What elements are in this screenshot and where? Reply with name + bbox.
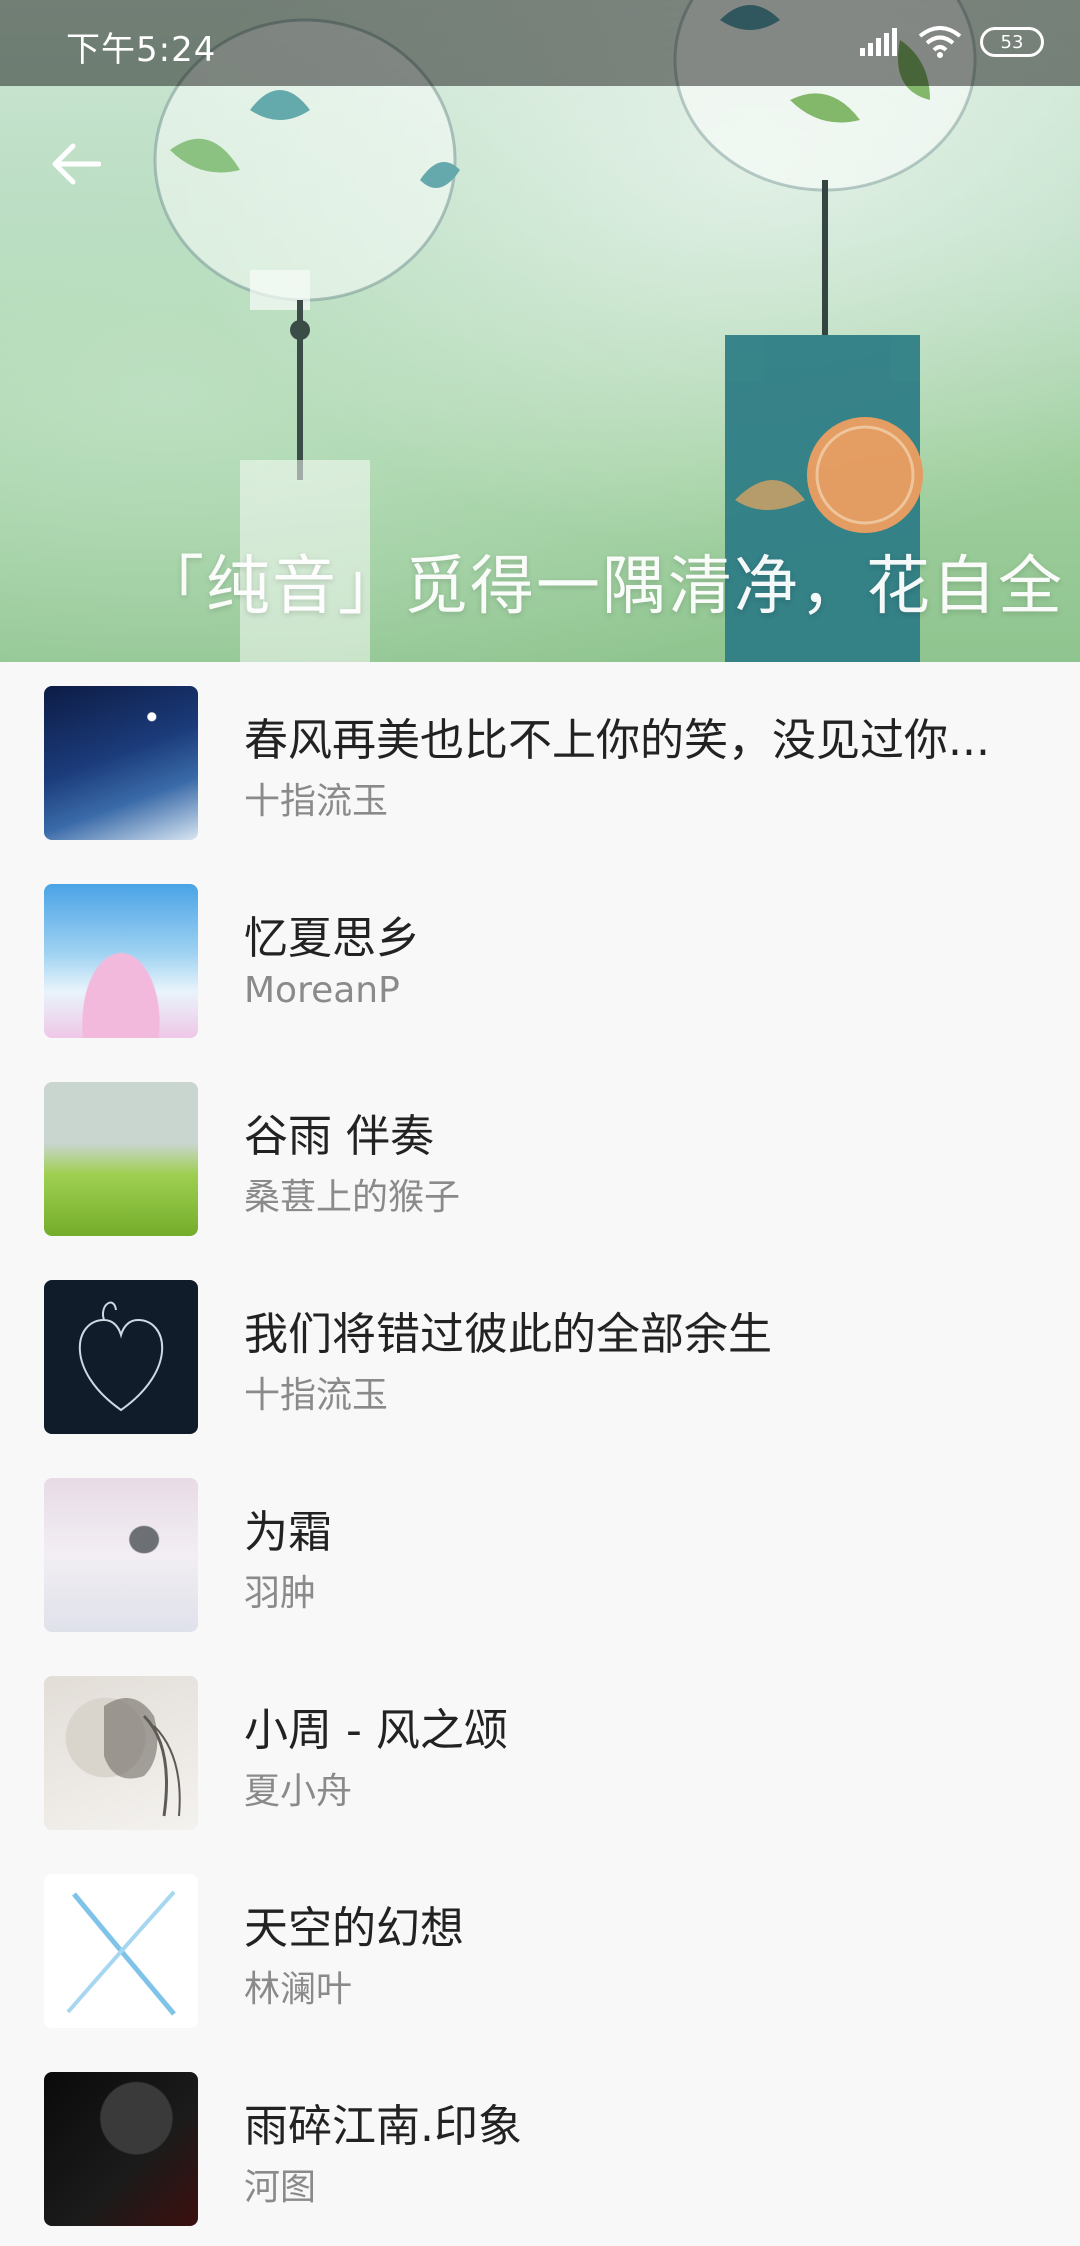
- album-cover: [44, 1082, 198, 1236]
- song-row[interactable]: 小周 - 风之颂 夏小舟: [0, 1652, 1080, 1850]
- song-title: 天空的幻想: [244, 1903, 464, 1954]
- song-row[interactable]: 为霜 羽肿: [0, 1454, 1080, 1652]
- song-row[interactable]: 雨碎江南.印象 河图: [0, 2048, 1080, 2246]
- album-cover: [44, 686, 198, 840]
- album-cover: [44, 1280, 198, 1434]
- song-artist: MoreanP: [244, 970, 400, 1011]
- heart-sketch-icon: [78, 1301, 164, 1412]
- song-row[interactable]: 忆夏思乡 MoreanP: [0, 860, 1080, 1058]
- song-artist: 河图: [244, 2167, 317, 2208]
- song-title: 为霜: [244, 1507, 332, 1558]
- song-artist: 林澜叶: [244, 1969, 353, 2010]
- song-artist: 桑葚上的猴子: [244, 1177, 461, 1218]
- back-button[interactable]: [44, 132, 108, 196]
- song-artist: 羽肿: [244, 1573, 317, 1614]
- x-shape-icon: [66, 1890, 176, 2016]
- wifi-icon: [918, 26, 962, 58]
- album-cover: [44, 1874, 198, 2028]
- song-title: 谷雨 伴奏: [244, 1111, 434, 1162]
- song-title: 小周 - 风之颂: [244, 1705, 508, 1756]
- song-title: 春风再美也比不上你的笑，没见过你...: [244, 715, 990, 766]
- arrow-left-icon: [52, 143, 101, 185]
- playlist-header: 下午5:24 53 「纯音」觅得一隅清净，花自全: [0, 0, 1080, 662]
- album-cover: [44, 2072, 198, 2226]
- portrait-sketch-icon: [104, 1698, 181, 1817]
- song-row[interactable]: 我们将错过彼此的全部余生 十指流玉: [0, 1256, 1080, 1454]
- song-artist: 十指流玉: [244, 781, 389, 822]
- playlist-title: 「纯音」觅得一隅清净，花自全: [140, 550, 1064, 624]
- album-cover: [44, 1676, 198, 1830]
- status-bar: 下午5:24 53: [0, 0, 1080, 86]
- song-row[interactable]: 春风再美也比不上你的笑，没见过你... 十指流玉: [0, 662, 1080, 860]
- status-icons: 53: [860, 26, 1044, 58]
- status-time: 下午5:24: [66, 30, 217, 70]
- song-title: 我们将错过彼此的全部余生: [244, 1309, 772, 1360]
- signal-icon: [860, 28, 897, 56]
- song-artist: 十指流玉: [244, 1375, 389, 1416]
- battery-indicator: 53: [980, 27, 1044, 57]
- song-artist: 夏小舟: [244, 1771, 353, 1812]
- song-row[interactable]: 谷雨 伴奏 桑葚上的猴子: [0, 1058, 1080, 1256]
- song-title: 忆夏思乡: [244, 913, 420, 964]
- album-cover: [44, 1478, 198, 1632]
- album-cover: [44, 884, 198, 1038]
- song-list: 春风再美也比不上你的笑，没见过你... 十指流玉 忆夏思乡 MoreanP 谷雨…: [0, 662, 1080, 2246]
- song-title: 雨碎江南.印象: [244, 2101, 522, 2152]
- song-row[interactable]: 天空的幻想 林澜叶: [0, 1850, 1080, 2048]
